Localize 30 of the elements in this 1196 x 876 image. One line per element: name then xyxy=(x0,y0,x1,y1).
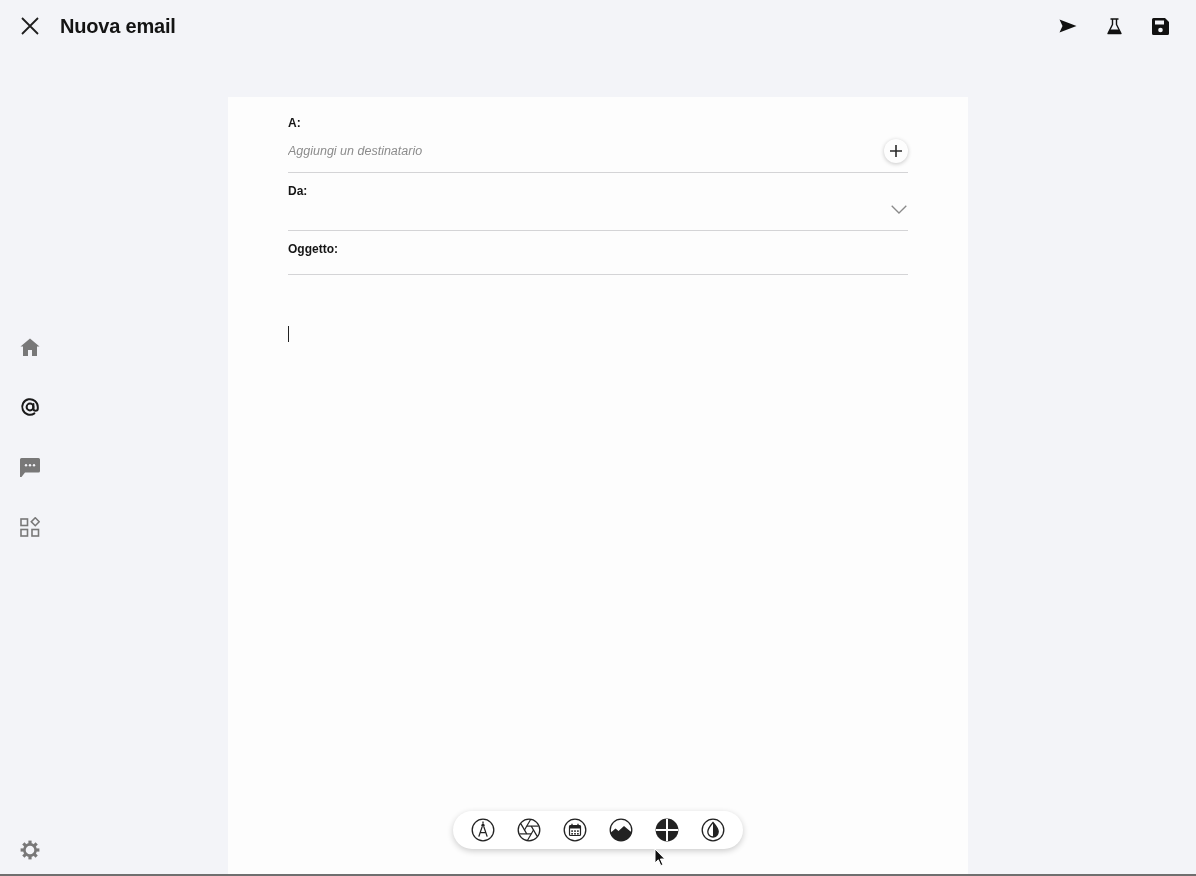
send-icon xyxy=(1059,19,1077,33)
settings-icon xyxy=(20,840,40,860)
mountain-icon xyxy=(609,818,633,842)
apps-icon xyxy=(20,517,40,537)
aperture-button[interactable] xyxy=(517,818,541,842)
chevron-down-icon xyxy=(891,205,907,214)
close-icon xyxy=(20,16,40,36)
at-sign-icon xyxy=(20,397,40,417)
field-label: Oggetto: xyxy=(288,241,338,257)
landscape-button[interactable] xyxy=(609,818,633,842)
plus-disc-icon xyxy=(655,818,679,842)
window-title: Nuova email xyxy=(60,14,176,38)
drafting-compass-icon xyxy=(471,818,495,842)
chat-icon xyxy=(20,457,40,477)
compass-button[interactable] xyxy=(471,818,495,842)
plus-icon xyxy=(890,144,902,157)
add-recipient-button[interactable] xyxy=(884,138,908,163)
home-icon xyxy=(20,338,40,356)
cross-button[interactable] xyxy=(655,818,679,842)
calendar-button[interactable] xyxy=(563,818,587,842)
text-cursor-icon xyxy=(288,326,289,342)
calendar-icon xyxy=(563,818,587,842)
contrast-button[interactable] xyxy=(701,818,725,842)
aperture-icon xyxy=(517,818,541,842)
field-label: A: xyxy=(288,115,301,131)
field-label: Da: xyxy=(288,183,308,199)
flask-icon xyxy=(1106,17,1122,35)
recipient-input[interactable]: Aggiungi un destinatario xyxy=(288,139,872,162)
save-icon xyxy=(1151,17,1169,35)
water-drop-icon xyxy=(701,818,725,842)
